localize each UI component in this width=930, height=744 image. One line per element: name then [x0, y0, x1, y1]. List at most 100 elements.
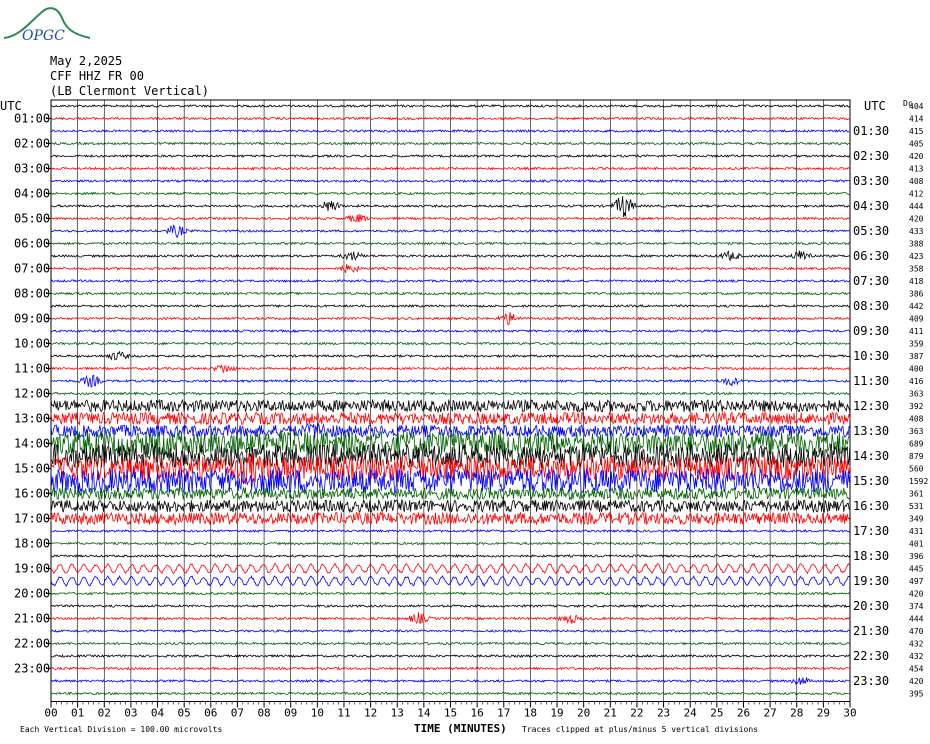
- x-tick-label: 07: [231, 707, 244, 720]
- trace-level-label: 405: [909, 140, 924, 149]
- x-tick-label: 17: [497, 707, 510, 720]
- utc-hour-label: 15:00: [14, 462, 50, 476]
- x-tick-label: 25: [710, 707, 723, 720]
- trace-level-label: 411: [909, 327, 924, 336]
- utc-half-hour-label: 11:30: [853, 374, 889, 388]
- x-tick-label: 09: [284, 707, 297, 720]
- trace-level-label: 363: [909, 390, 924, 399]
- utc-hour-label: 21:00: [14, 612, 50, 626]
- utc-half-hour-label: 02:30: [853, 149, 889, 163]
- trace-level-label: 412: [909, 190, 924, 199]
- utc-hour-label: 01:00: [14, 112, 50, 126]
- utc-half-hour-label: 09:30: [853, 324, 889, 338]
- trace-level-label: 689: [909, 440, 924, 449]
- utc-hour-label: 04:00: [14, 187, 50, 201]
- utc-half-hour-label: 17:30: [853, 524, 889, 538]
- opgc-logo: OPGC: [3, 7, 91, 44]
- x-tick-label: 24: [684, 707, 698, 720]
- x-tick-label: 23: [657, 707, 670, 720]
- x-tick-label: 27: [763, 707, 776, 720]
- utc-hour-label: 17:00: [14, 512, 50, 526]
- x-tick-label: 03: [124, 707, 137, 720]
- x-tick-label: 21: [604, 707, 617, 720]
- utc-hour-label: 10:00: [14, 337, 50, 351]
- trace-level-label: 470: [909, 627, 924, 636]
- trace-level-label: 408: [909, 177, 924, 186]
- trace-level-label: 374: [909, 602, 924, 611]
- utc-half-hour-label: 22:30: [853, 649, 889, 663]
- x-tick-label: 00: [44, 707, 57, 720]
- grid: [46, 99, 851, 708]
- trace-level-label: 409: [909, 315, 924, 324]
- utc-hour-label: 22:00: [14, 637, 50, 651]
- utc-half-hour-label: 10:30: [853, 349, 889, 363]
- utc-half-hour-label: 08:30: [853, 299, 889, 313]
- utc-hour-label: 11:00: [14, 362, 50, 376]
- trace-level-label: 415: [909, 127, 924, 136]
- x-tick-label: 10: [311, 707, 324, 720]
- trace-level-label: 1592: [909, 477, 928, 486]
- trace-level-label: 420: [909, 590, 924, 599]
- trace-level-label: 400: [909, 365, 924, 374]
- utc-hour-label: 20:00: [14, 587, 50, 601]
- utc-hour-label: 16:00: [14, 487, 50, 501]
- utc-half-hour-label: 05:30: [853, 224, 889, 238]
- x-tick-label: 04: [151, 707, 165, 720]
- trace-level-label: 413: [909, 165, 924, 174]
- utc-hour-label: 06:00: [14, 237, 50, 251]
- utc-half-hour-label: 14:30: [853, 449, 889, 463]
- trace-level-label: 444: [909, 202, 924, 211]
- utc-half-hour-label: 15:30: [853, 474, 889, 488]
- utc-half-hour-label: 01:30: [853, 124, 889, 138]
- utc-hour-label: 08:00: [14, 287, 50, 301]
- trace-level-label: 386: [909, 290, 924, 299]
- right-axis-title: UTC: [864, 99, 886, 113]
- utc-half-hour-label: 06:30: [853, 249, 889, 263]
- x-tick-label: 05: [178, 707, 191, 720]
- trace-level-label: 432: [909, 640, 924, 649]
- x-tick-label: 01: [71, 707, 84, 720]
- footer-scale-note: Each Vertical Division = 100.00 microvol…: [20, 725, 222, 734]
- trace-level-label: 401: [909, 540, 924, 549]
- trace-level-label: 560: [909, 465, 924, 474]
- x-tick-label: 22: [630, 707, 643, 720]
- utc-hour-label: 18:00: [14, 537, 50, 551]
- trace-level-label: 395: [909, 690, 924, 699]
- x-axis-title: TIME (MINUTES): [414, 722, 507, 735]
- logo-text: OPGC: [22, 28, 65, 44]
- utc-hour-label: 14:00: [14, 437, 50, 451]
- x-tick-label: 29: [817, 707, 830, 720]
- trace-level-label: 531: [909, 502, 924, 511]
- trace-level-label: 387: [909, 352, 924, 361]
- utc-half-hour-label: 21:30: [853, 624, 889, 638]
- trace-level-label: 423: [909, 252, 924, 261]
- header-date: May 2,2025: [50, 54, 122, 68]
- trace-level-label: 359: [909, 340, 924, 349]
- trace-level-label: 420: [909, 215, 924, 224]
- utc-half-hour-label: 04:30: [853, 199, 889, 213]
- utc-hour-label: 05:00: [14, 212, 50, 226]
- trace-level-label: 392: [909, 402, 924, 411]
- header-location: (LB Clermont Vertical): [50, 84, 209, 98]
- utc-half-hour-label: 20:30: [853, 599, 889, 613]
- utc-half-hour-label: 03:30: [853, 174, 889, 188]
- trace-level-label: 420: [909, 152, 924, 161]
- trace-level-label: 497: [909, 577, 924, 586]
- utc-hour-label: 09:00: [14, 312, 50, 326]
- x-tick-label: 28: [790, 707, 803, 720]
- trace-level-label: 444: [909, 615, 924, 624]
- trace-level-label: 363: [909, 427, 924, 436]
- trace-level-label: 442: [909, 302, 924, 311]
- utc-hour-label: 02:00: [14, 137, 50, 151]
- utc-half-hour-label: 18:30: [853, 549, 889, 563]
- utc-hour-label: 03:00: [14, 162, 50, 176]
- trace-level-label: 416: [909, 377, 924, 386]
- x-tick-label: 30: [843, 707, 856, 720]
- trace-level-label: 408: [909, 415, 924, 424]
- x-tick-label: 26: [737, 707, 750, 720]
- utc-hour-label: 19:00: [14, 562, 50, 576]
- header-station: CFF HHZ FR 00: [50, 69, 144, 83]
- trace-level-label: 404: [909, 102, 924, 111]
- trace-level-label: 388: [909, 240, 924, 249]
- trace-level-label: 418: [909, 277, 924, 286]
